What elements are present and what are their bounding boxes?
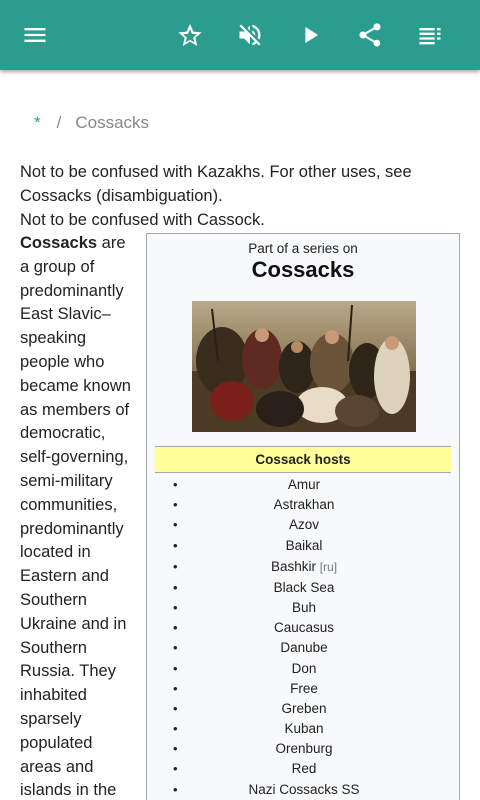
app-toolbar: [0, 0, 480, 70]
host-item[interactable]: Caucasus: [147, 618, 461, 638]
list-icon: [419, 28, 441, 45]
host-item[interactable]: Free: [147, 679, 461, 699]
breadcrumb: * / Cossacks: [34, 113, 149, 133]
menu-button[interactable]: [17, 17, 53, 53]
interlanguage-link[interactable]: [ru]: [320, 560, 337, 574]
infobox-above: Part of a series on: [248, 241, 358, 256]
host-item[interactable]: Greben: [147, 699, 461, 719]
hatnote-cassock: Not to be confused with Cassock.: [20, 211, 265, 229]
cossack-hosts-list: Amur Astrakhan Azov Baikal Bashkir [ru] …: [147, 475, 461, 800]
share-icon: [359, 23, 381, 47]
volume-off-icon: [239, 24, 261, 46]
star-outline-icon: [178, 23, 202, 46]
share-button[interactable]: [352, 17, 388, 53]
host-item[interactable]: Astrakhan: [147, 495, 461, 515]
breadcrumb-home-link[interactable]: *: [34, 113, 41, 132]
hatnotes: Not to be confused with Kazakhs. For oth…: [20, 160, 460, 232]
infobox-painting[interactable]: [192, 301, 416, 432]
painting-illustration: [192, 301, 416, 432]
play-icon: [305, 26, 319, 44]
host-item[interactable]: Amur: [147, 475, 461, 495]
lead-subject: Cossacks: [20, 234, 98, 252]
favorite-button[interactable]: [172, 17, 208, 53]
host-item[interactable]: Buh: [147, 598, 461, 618]
host-item[interactable]: Nazi Cossacks SS: [147, 780, 461, 800]
host-item[interactable]: Azov: [147, 515, 461, 535]
lead-paragraph: Cossacks are a group of predominantly Ea…: [20, 232, 138, 800]
hatnote-kazakhs: Not to be confused with Kazakhs. For oth…: [20, 163, 412, 205]
infobox-title: Cossacks: [251, 257, 355, 282]
host-item[interactable]: Black Sea: [147, 578, 461, 598]
host-item[interactable]: Kuban: [147, 719, 461, 739]
infobox: Part of a series on Cossacks Cossack hos…: [146, 233, 460, 800]
host-item[interactable]: Orenburg: [147, 739, 461, 759]
menu-icon: [24, 28, 46, 42]
host-item[interactable]: Baikal: [147, 536, 461, 556]
host-item[interactable]: Danube: [147, 638, 461, 658]
host-item[interactable]: Don: [147, 659, 461, 679]
breadcrumb-separator: /: [56, 113, 62, 132]
mute-button[interactable]: [232, 17, 268, 53]
lead-text: are a group of predominantly East Slavic…: [20, 234, 131, 800]
breadcrumb-current: Cossacks: [75, 113, 150, 132]
host-item[interactable]: Red: [147, 759, 461, 779]
host-item[interactable]: Bashkir [ru]: [147, 556, 461, 578]
infobox-section-header: Cossack hosts: [155, 446, 451, 473]
table-of-contents-button[interactable]: [412, 17, 448, 53]
play-button[interactable]: [292, 17, 328, 53]
